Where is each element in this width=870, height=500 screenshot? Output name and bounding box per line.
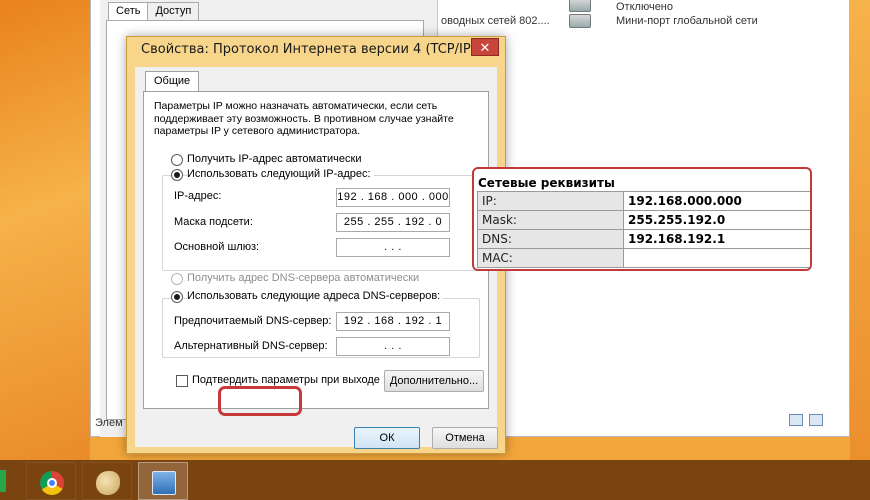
close-button[interactable]: ✕ xyxy=(471,38,499,56)
taskbar-network-settings[interactable] xyxy=(138,462,188,500)
ok-button[interactable]: ОК xyxy=(354,427,420,449)
network-adapter-icon xyxy=(569,0,591,12)
connection-status: Отключено xyxy=(616,1,673,13)
ip-manual-label: Использовать следующий IP-адрес: xyxy=(187,168,374,180)
ip-value: 192.168.000.000 xyxy=(623,191,810,211)
dns-value: 192.168.192.1 xyxy=(623,229,810,249)
mac-key: MAC: xyxy=(477,248,624,268)
dns-manual-radio[interactable] xyxy=(171,291,183,303)
validate-checkbox[interactable] xyxy=(176,375,188,387)
cancel-button[interactable]: Отмена xyxy=(432,427,498,449)
network-settings-icon xyxy=(152,471,176,495)
tab-network[interactable]: Сеть xyxy=(108,2,149,20)
wan-miniport-icon xyxy=(569,14,591,28)
network-details-card: Сетевые реквизиты IP: 192.168.000.000 Ma… xyxy=(472,167,812,271)
general-tab-panel: Параметры IP можно назначать автоматичес… xyxy=(143,91,489,409)
dns-auto-radio[interactable] xyxy=(171,273,183,285)
dns-key: DNS: xyxy=(477,229,624,249)
elements-label: Элем xyxy=(95,417,123,429)
dns-auto-label: Получить адрес DNS-сервера автоматически xyxy=(187,272,420,284)
ip-key: IP: xyxy=(477,191,624,211)
mac-value xyxy=(623,248,810,268)
alternate-dns-input[interactable]: . . . xyxy=(336,337,450,356)
gateway-input[interactable]: . . . xyxy=(336,238,450,257)
subnet-mask-input[interactable]: 255 . 255 . 192 . 0 xyxy=(336,213,450,232)
preferred-dns-label: Предпочитаемый DNS-сервер: xyxy=(174,315,332,327)
gateway-label: Основной шлюз: xyxy=(174,241,260,253)
details-view-icon[interactable] xyxy=(789,414,803,426)
mask-value: 255.255.192.0 xyxy=(623,210,810,230)
taskbar-chrome[interactable] xyxy=(26,462,76,500)
network-details-title: Сетевые реквизиты xyxy=(478,176,615,190)
advanced-button[interactable]: Дополнительно... xyxy=(384,370,484,392)
ip-manual-radio[interactable] xyxy=(171,169,183,181)
mask-key: Mask: xyxy=(477,210,624,230)
table-row: MAC: xyxy=(477,248,810,268)
network-details-table: IP: 192.168.000.000 Mask: 255.255.192.0 … xyxy=(477,191,810,268)
dns-manual-label: Использовать следующие адреса DNS-сервер… xyxy=(187,290,444,302)
ok-button-highlight xyxy=(218,386,302,416)
taskbar xyxy=(0,460,870,500)
connection-device: Мини-порт глобальной сети xyxy=(616,15,758,27)
view-switcher[interactable] xyxy=(789,414,823,426)
table-row: Mask: 255.255.192.0 xyxy=(477,210,810,230)
taskbar-paint[interactable] xyxy=(82,462,132,500)
start-edge xyxy=(0,470,6,492)
wireless-connection-label: оводных сетей 802.... xyxy=(441,15,550,27)
table-row: DNS: 192.168.192.1 xyxy=(477,229,810,249)
ip-auto-radio[interactable] xyxy=(171,154,183,166)
chrome-icon xyxy=(40,471,64,495)
desktop-background-right xyxy=(850,0,870,460)
alternate-dns-label: Альтернативный DNS-сервер: xyxy=(174,340,328,352)
intro-text: Параметры IP можно назначать автоматичес… xyxy=(154,100,454,137)
validate-label: Подтвердить параметры при выходе xyxy=(192,374,380,386)
tiles-view-icon[interactable] xyxy=(809,414,823,426)
preferred-dns-input[interactable]: 192 . 168 . 192 . 1 xyxy=(336,312,450,331)
paint-icon xyxy=(96,471,120,495)
ip-address-input[interactable]: 192 . 168 . 000 . 000 xyxy=(336,188,450,207)
ip-auto-label: Получить IP-адрес автоматически xyxy=(187,153,362,165)
tab-general[interactable]: Общие xyxy=(145,71,200,91)
dialog-title: Свойства: Протокол Интернета версии 4 (T… xyxy=(141,42,492,57)
tab-sharing[interactable]: Доступ xyxy=(147,2,200,20)
dialog-client-area: Общие Параметры IP можно назначать автом… xyxy=(135,67,497,447)
ip-address-label: IP-адрес: xyxy=(174,190,222,202)
subnet-mask-label: Маска подсети: xyxy=(174,216,253,228)
ipv4-properties-dialog: Свойства: Протокол Интернета версии 4 (T… xyxy=(126,36,506,454)
desktop-background xyxy=(0,0,90,460)
table-row: IP: 192.168.000.000 xyxy=(477,191,810,211)
